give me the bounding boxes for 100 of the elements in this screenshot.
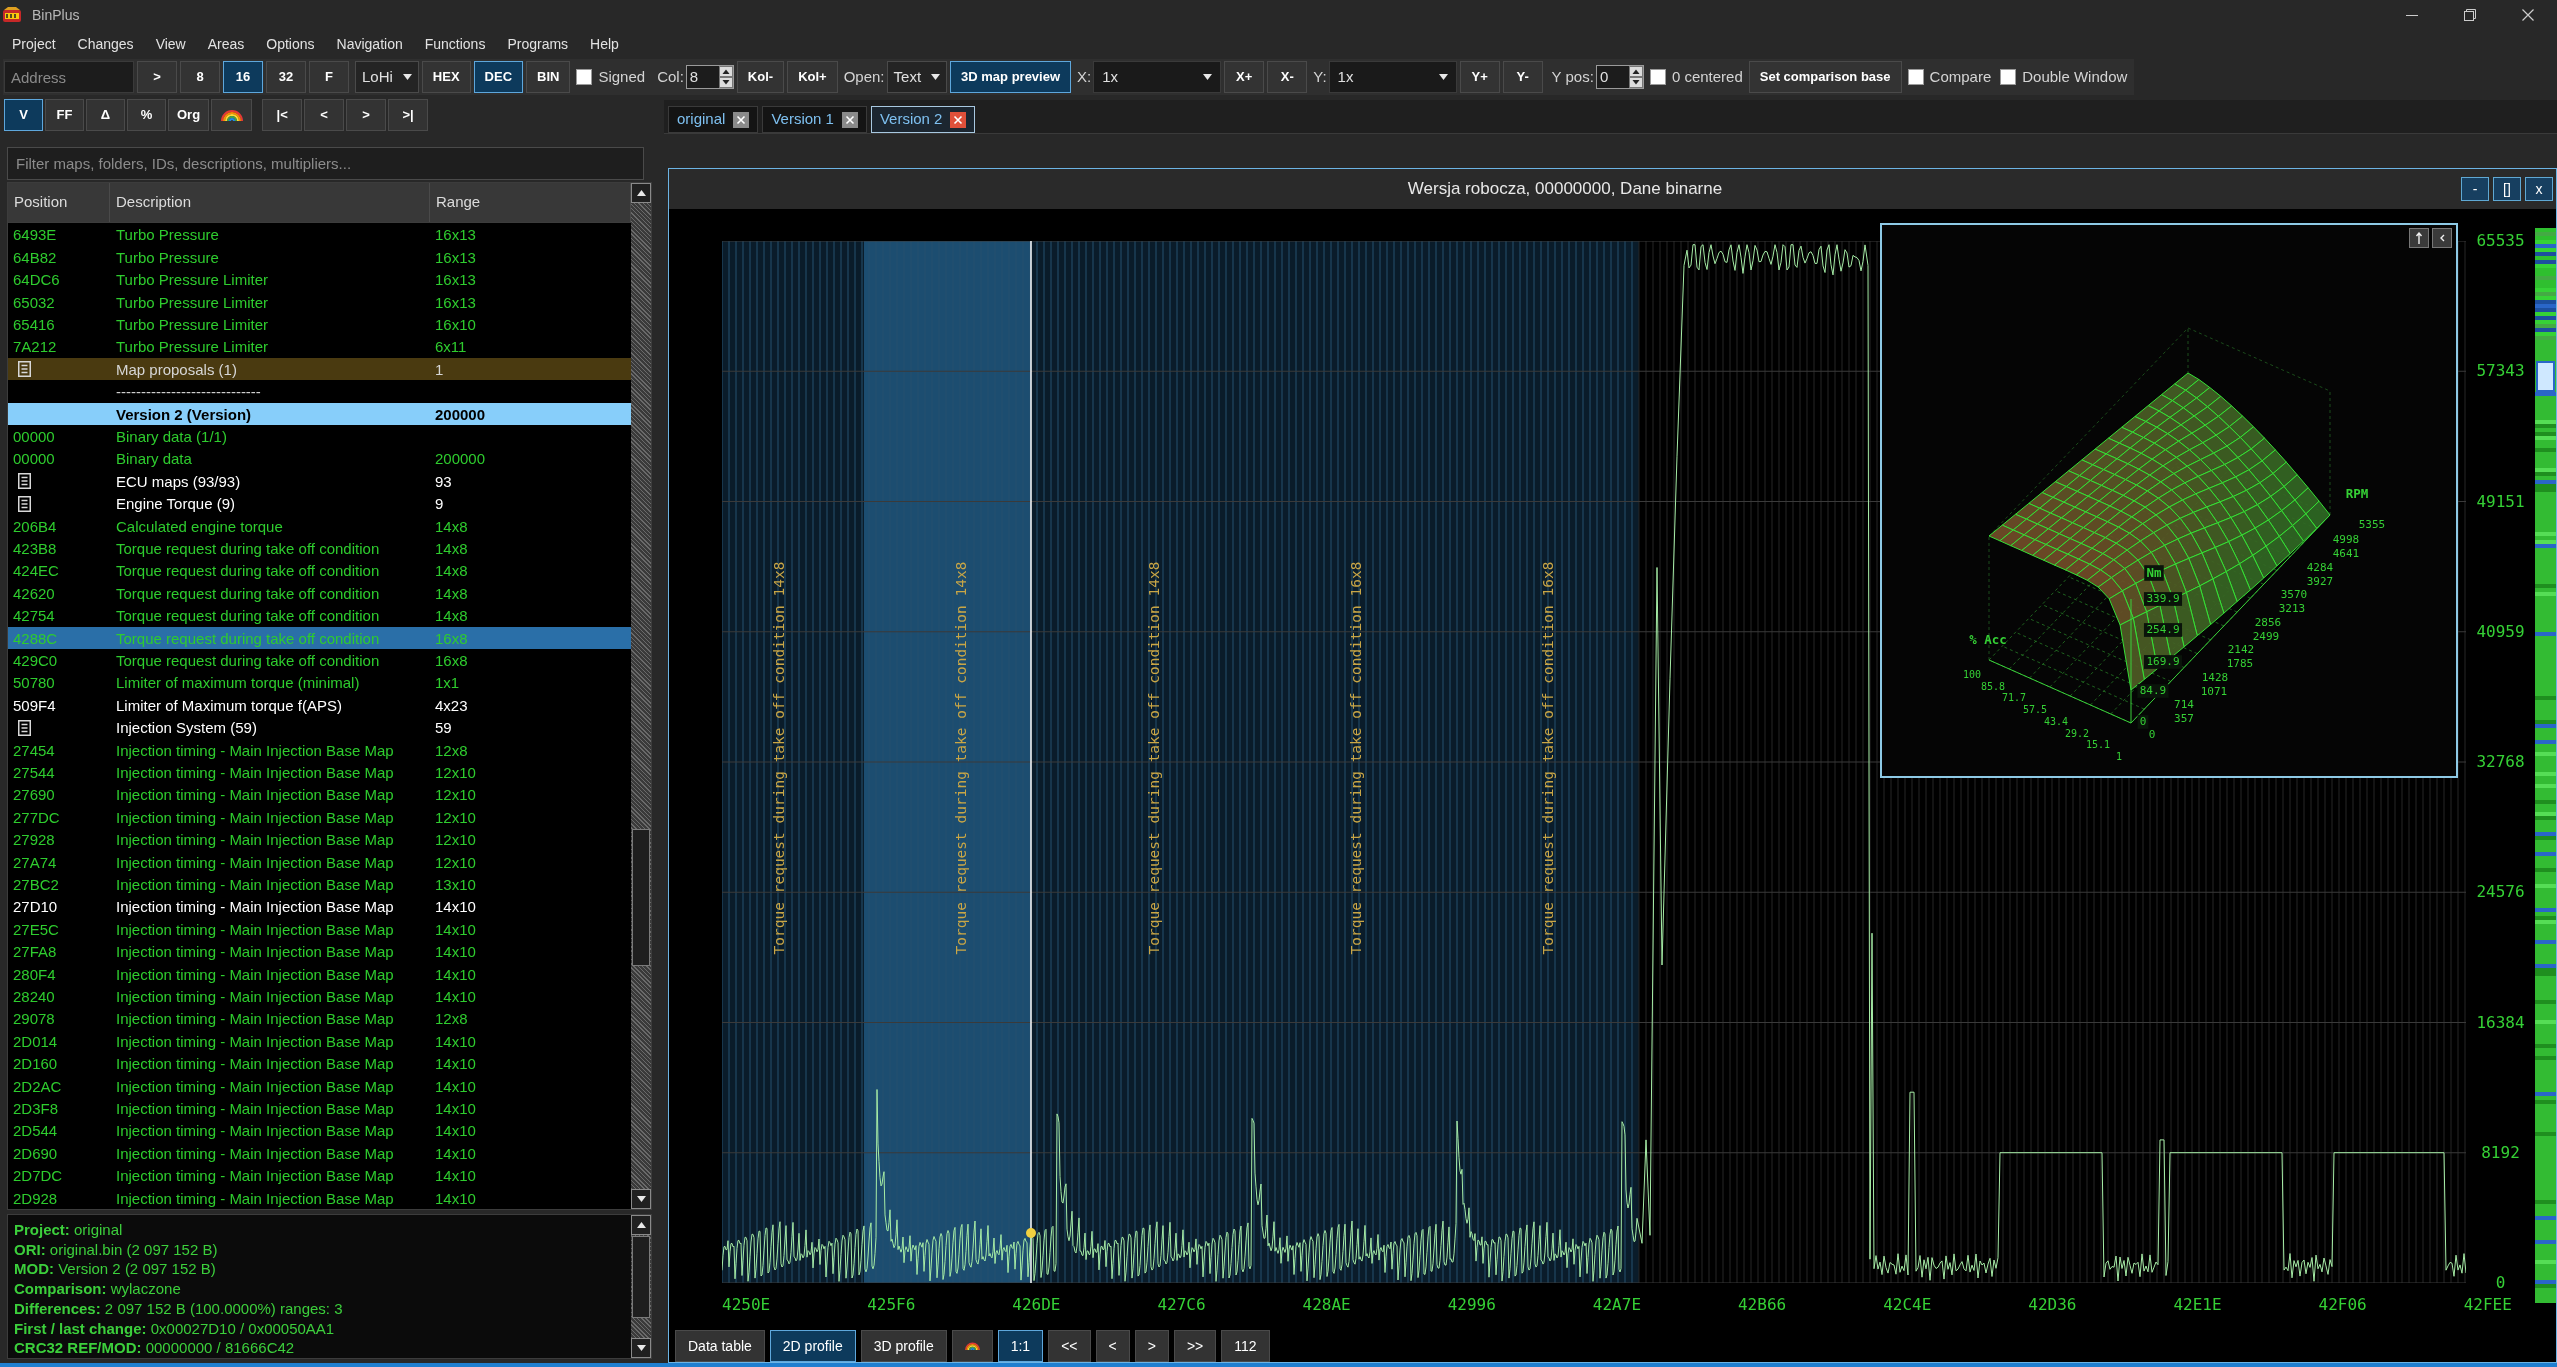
table-cell-text: 28240 [12, 987, 56, 1005]
dropdown[interactable]: 1x [1093, 61, 1222, 93]
toolbar-button[interactable]: > [1134, 1330, 1169, 1362]
table-row[interactable]: Map proposals (1) 1 [8, 358, 631, 380]
menu-item[interactable]: Navigation [325, 33, 414, 55]
number-field[interactable]: 0 [1595, 65, 1644, 89]
axis-tick-label: 2856 [2254, 616, 2282, 629]
toggle-button[interactable]: V [4, 99, 43, 131]
toolbar-button[interactable]: < [1095, 1330, 1130, 1362]
toggle-button[interactable]: F [309, 61, 349, 93]
dropdown[interactable]: LoHi [355, 61, 419, 93]
minimize-button[interactable]: - [2461, 177, 2489, 201]
palette-button[interactable] [211, 99, 253, 131]
menu-item[interactable]: Project [1, 33, 67, 55]
collapse-button[interactable] [2432, 228, 2452, 248]
tab[interactable]: Version 2 [870, 106, 976, 133]
table-cell-text: 00000 [12, 450, 56, 467]
scroll-up-button[interactable] [631, 183, 651, 203]
toggle-button[interactable]: 3D map preview [950, 61, 1072, 93]
address-field[interactable]: Address [4, 61, 134, 93]
tab[interactable]: Version 1 [762, 106, 867, 133]
number-field[interactable]: 8 [685, 65, 734, 89]
toolbar-button[interactable]: >| [388, 99, 429, 131]
close-icon[interactable] [733, 111, 750, 128]
menu-item[interactable]: Options [255, 33, 326, 55]
toggle-button[interactable]: Δ [86, 99, 125, 131]
scroll-down-button[interactable] [631, 1338, 651, 1358]
checkbox-label[interactable]: Compare [1929, 65, 1992, 89]
menu-item[interactable]: View [144, 33, 197, 55]
checkbox[interactable] [1649, 69, 1666, 85]
toggle-button[interactable]: 1:1 [997, 1330, 1044, 1362]
filter-field[interactable]: Filter maps, folders, IDs, descriptions, multipliers... [7, 147, 644, 180]
toolbar-button[interactable]: > [346, 99, 387, 131]
scrollbar-thumb[interactable] [632, 1236, 650, 1318]
toggle-button[interactable]: 3D profile [860, 1330, 947, 1362]
spinner-arrows-icon[interactable] [718, 66, 733, 88]
checkbox-label[interactable]: Signed [598, 65, 646, 89]
toolbar-button[interactable]: X- [1267, 61, 1308, 93]
toolbar-button[interactable]: X+ [1224, 61, 1265, 93]
toggle-button[interactable]: HEX [421, 61, 471, 93]
toolbar-button[interactable]: |< [262, 99, 303, 131]
toolbar-button[interactable]: Y+ [1459, 61, 1500, 93]
toggle-button[interactable]: DEC [473, 61, 524, 93]
axis-tick-label: 4641 [2332, 547, 2360, 560]
toggle-button[interactable]: 32 [266, 61, 306, 93]
checkbox-label[interactable]: Double Window [2022, 65, 2128, 89]
checkbox[interactable] [576, 69, 593, 85]
menu-item[interactable]: Functions [413, 33, 497, 55]
pin-button[interactable] [2409, 228, 2429, 248]
toggle-button[interactable]: FF [45, 99, 84, 131]
menu-item[interactable]: Programs [496, 33, 580, 55]
checkbox[interactable] [2000, 69, 2017, 85]
toolbar-button[interactable]: >> [1173, 1330, 1217, 1362]
toolbar-button[interactable]: < [304, 99, 345, 131]
tab[interactable]: original [668, 106, 759, 133]
close-icon[interactable] [841, 111, 858, 128]
scroll-up-button[interactable] [631, 1215, 651, 1235]
toolbar-button[interactable]: Kol- [736, 61, 785, 93]
dropdown[interactable]: 1x [1328, 61, 1457, 93]
scroll-down-button[interactable] [631, 1189, 651, 1209]
scrollbar-thumb[interactable] [632, 829, 650, 966]
toggle-button[interactable]: 16 [223, 61, 263, 93]
map-label: Torque request during take off condition 14x8 [1146, 561, 1162, 955]
toggle-button[interactable]: BIN [526, 61, 571, 93]
minimap-thumb[interactable] [2536, 361, 2555, 392]
column-header[interactable]: Description [110, 183, 430, 222]
table-cell-text: Injection timing - Main Injection Base Map [115, 1010, 395, 1027]
palette-button[interactable] [951, 1330, 993, 1362]
close-icon[interactable] [950, 111, 967, 128]
table-cell-text: 65032 [12, 293, 56, 311]
table-cell-text: Injection timing - Main Injection Base Map [115, 1055, 395, 1072]
column-header[interactable]: Position [8, 183, 110, 222]
toolbar-button[interactable]: > [137, 61, 177, 93]
table-cell-text: 14x8 [434, 539, 468, 557]
table-cell-text: Limiter of Maximum torque f(APS) [115, 696, 343, 714]
toolbar-button[interactable]: Y- [1502, 61, 1543, 93]
table-row[interactable]: Version 2 (Version) 200000 [8, 403, 631, 425]
toggle-button[interactable]: Data table [675, 1330, 765, 1362]
toolbar-button[interactable]: Kol+ [787, 61, 838, 93]
toolbar-button[interactable]: 112 [1221, 1330, 1270, 1362]
toolbar-button[interactable]: Set comparison base [1748, 61, 1902, 93]
maximize-button[interactable]: [] [2493, 177, 2521, 201]
dropdown[interactable]: Text [886, 61, 948, 93]
toggle-button[interactable]: 2D profile [769, 1330, 856, 1362]
toggle-button[interactable]: 8 [180, 61, 220, 93]
menu-item[interactable]: Areas [196, 33, 256, 55]
table-cell-text: 16x13 [434, 226, 476, 243]
close-button[interactable]: x [2525, 177, 2553, 201]
toggle-button[interactable]: Org [168, 99, 210, 131]
info-line: CRC32 REF/MOD: 00000000 / 81666C42 [14, 1338, 296, 1358]
toggle-button[interactable]: % [127, 99, 166, 131]
toolbar-button[interactable]: << [1048, 1330, 1091, 1362]
caret-up-icon [636, 190, 646, 196]
menu-item[interactable]: Changes [66, 33, 145, 55]
menu-item[interactable]: Help [579, 33, 630, 55]
spinner-arrows-icon[interactable] [1628, 66, 1643, 88]
table-cell-text: Injection timing - Main Injection Base Map [115, 1167, 395, 1184]
minimap-strip[interactable] [2535, 228, 2556, 1303]
checkbox[interactable] [1907, 69, 1924, 85]
checkbox-label[interactable]: 0 centered [1671, 65, 1743, 89]
